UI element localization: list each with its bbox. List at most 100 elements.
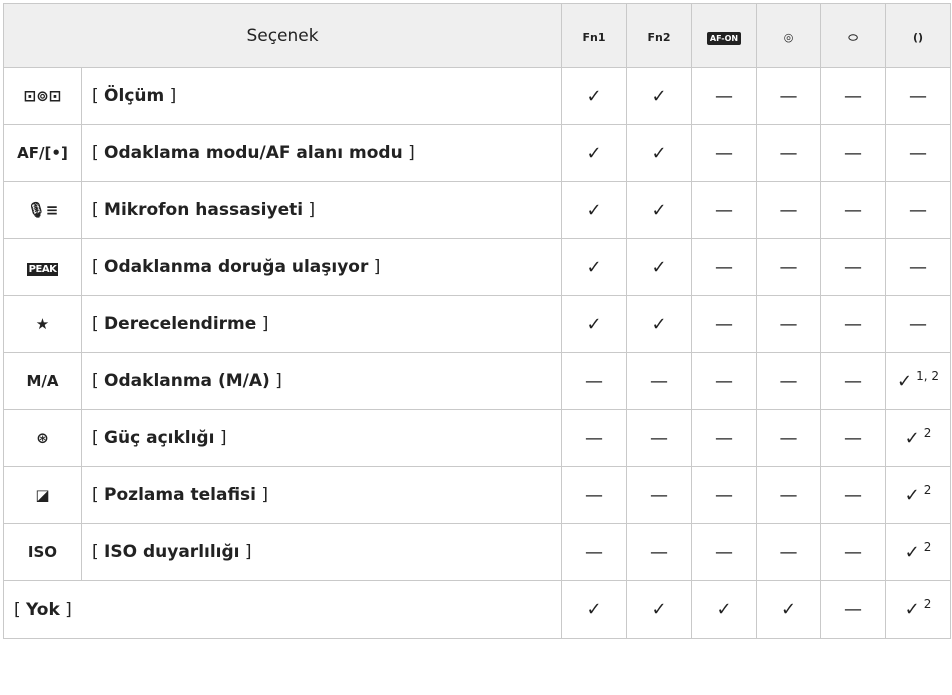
- video-record-icon: ⬭: [848, 30, 858, 44]
- mark-cell: —: [885, 238, 952, 296]
- mark-cell: ✓: [626, 181, 693, 239]
- mark-cell: ✓: [626, 67, 693, 125]
- mark-value: —: [909, 256, 928, 278]
- mark-value: —: [585, 541, 604, 563]
- mark-value: —: [715, 541, 734, 563]
- mark-cell: —: [820, 352, 887, 410]
- table-row: ⊛ [ Güç açıklığı ] — — — — — ✓ 2: [3, 409, 952, 467]
- mark-cell: ✓ 2: [885, 523, 952, 581]
- control-ring-column-header: (): [885, 3, 952, 68]
- option-label: Derecelendirme: [104, 314, 257, 334]
- mark-cell: —: [626, 523, 693, 581]
- mark-cell: ✓ 2: [885, 466, 952, 524]
- mark-cell: —: [691, 352, 758, 410]
- mark-value: —: [585, 370, 604, 392]
- options-table: Seçenek Fn1 Fn2 AF-ON ◎ ⬭ () ⊡⊚⊡ [ Ölçüm …: [2, 3, 952, 639]
- mark-cell: —: [691, 124, 758, 182]
- mark-cell: ✓: [691, 580, 758, 639]
- bracket-close: ]: [368, 257, 381, 277]
- record-column-header: ⬭: [820, 3, 887, 68]
- bracket-close: ]: [303, 200, 316, 220]
- mark-value: —: [909, 85, 928, 107]
- mark-cell: —: [691, 409, 758, 467]
- metering-icon: ⊡⊚⊡: [23, 87, 62, 105]
- mark-value: —: [844, 256, 863, 278]
- mark-value: —: [909, 142, 928, 164]
- mark-value: —: [650, 370, 669, 392]
- row-icon-cell: PEAK: [3, 238, 82, 296]
- af-mode-icon: AF/[•]: [17, 144, 68, 162]
- mark-cell: —: [820, 523, 887, 581]
- mark-cell: —: [756, 523, 822, 581]
- mark-cell: —: [756, 352, 822, 410]
- bracket-open: [: [14, 599, 27, 620]
- mark-cell: —: [820, 181, 887, 239]
- mark-cell: ✓ 1, 2: [885, 352, 952, 410]
- mark-value: —: [715, 85, 734, 107]
- mark-value: —: [909, 199, 928, 221]
- mark-cell: —: [561, 409, 628, 467]
- footnote-ref: 2: [923, 482, 932, 497]
- fn1-lens-icon: Fn1: [582, 30, 606, 44]
- mark-value: —: [715, 370, 734, 392]
- mark-cell: —: [561, 523, 628, 581]
- afon-column-header: AF-ON: [691, 3, 758, 68]
- row-icon-cell: ISO: [3, 523, 82, 581]
- bracket-open: [: [92, 371, 105, 391]
- footnote-ref: 2: [923, 597, 932, 611]
- af-on-icon: AF-ON: [706, 31, 742, 45]
- mark-value: —: [909, 313, 928, 335]
- bracket-close: ]: [59, 599, 72, 620]
- table-row: M/A [ Odaklanma (M/A) ] — — — — — ✓ 1, 2: [3, 352, 952, 410]
- mark-cell: ✓: [561, 580, 628, 639]
- exposure-comp-icon: ◪: [35, 486, 50, 504]
- mark-value: —: [779, 85, 798, 107]
- bracket-close: ]: [256, 314, 269, 334]
- row-label-cell: [ Güç açıklığı ]: [80, 409, 563, 467]
- row-label-cell: [ Odaklanma doruğa ulaşıyor ]: [80, 238, 563, 296]
- footnote-ref: 2: [923, 425, 932, 440]
- mark-cell: —: [626, 409, 693, 467]
- mark-value: ✓: [651, 199, 667, 221]
- row-icon-cell: 🎙≡: [3, 181, 82, 239]
- option-label: Yok: [26, 599, 60, 620]
- mark-cell: —: [820, 580, 887, 639]
- mark-cell: —: [820, 466, 887, 524]
- bracket-close: ]: [255, 485, 269, 505]
- row-label-cell: [ Odaklanma (M/A) ]: [80, 352, 563, 410]
- mark-cell: —: [691, 295, 758, 353]
- mark-value: —: [715, 427, 734, 449]
- mark-value: ✓: [586, 599, 602, 620]
- row-label-cell: [ Ölçüm ]: [80, 67, 563, 125]
- mark-value: ✓: [780, 599, 797, 620]
- mark-value: —: [650, 541, 669, 563]
- star-icon: ★: [35, 315, 50, 333]
- mark-cell: ✓: [561, 124, 628, 182]
- mark-cell: —: [691, 181, 758, 239]
- mark-cell: —: [561, 466, 628, 524]
- table-row: ISO [ ISO duyarlılığı ] — — — — — ✓ 2: [3, 523, 952, 581]
- option-label: Odaklama modu/AF alanı modu: [104, 143, 403, 163]
- bracket-close: ]: [239, 542, 252, 562]
- mark-cell: ✓: [626, 124, 693, 182]
- row-icon-cell: ⊛: [3, 409, 82, 467]
- bracket-close: ]: [164, 86, 177, 106]
- option-label: Ölçüm: [104, 86, 165, 106]
- sub-selector-column-header: ◎: [756, 3, 822, 68]
- row-label-cell: [ Derecelendirme ]: [80, 295, 563, 353]
- mark-value: —: [715, 484, 734, 506]
- row-icon-cell: AF/[•]: [3, 124, 82, 182]
- row-label-cell: [ Mikrofon hassasiyeti ]: [80, 181, 563, 239]
- bracket-close: ]: [214, 428, 227, 448]
- mark-value: —: [844, 599, 863, 620]
- mark-value: ✓: [586, 199, 602, 221]
- mark-value: ✓: [897, 370, 913, 392]
- table-row: ◪ [ Pozlama telafisi ] — — — — — ✓ 2: [3, 466, 952, 524]
- mark-cell: ✓: [756, 580, 822, 639]
- mark-value: ✓: [586, 85, 602, 107]
- mark-value: ✓: [716, 599, 732, 620]
- mark-value: —: [844, 313, 863, 335]
- mark-value: —: [844, 541, 863, 563]
- table-row: AF/[•] [ Odaklama modu/AF alanı modu ] ✓ ✓ —…: [3, 124, 952, 182]
- mark-value: ✓: [651, 85, 667, 107]
